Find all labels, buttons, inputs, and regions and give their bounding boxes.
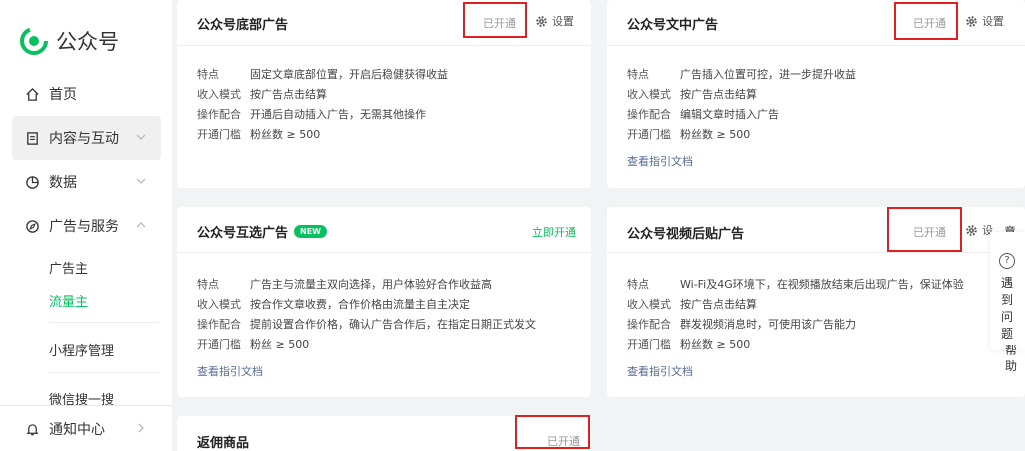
doc-link[interactable]: 查看指引文档 <box>627 153 693 169</box>
card-video-ad: 公众号视频后贴广告 已开通 设 特点 Wi-Fi及4G环境下，在视频播放结束后出现… <box>607 207 1025 397</box>
help-icon[interactable]: ? <box>999 253 1015 269</box>
compass-icon <box>24 218 40 234</box>
card-header: 公众号底部广告 已开通 设置 <box>177 0 591 46</box>
help-panel-char: 问 <box>1000 310 1013 324</box>
nav-sub-publisher[interactable]: 流量主 <box>49 291 88 310</box>
card-details: 特点 Wi-Fi及4G环境下，在视频播放结束后出现广告，保证体验 收入模式 按广告点… <box>627 278 964 351</box>
help-panel-char: 题 <box>1000 327 1013 341</box>
doc-link[interactable]: 查看指引文档 <box>627 363 693 379</box>
sidebar: 公众号 首页 内容与互动 数据 广告与服务 广告主 流量主 小程序管理 微信搜一… <box>0 0 172 451</box>
gear-icon <box>966 15 977 27</box>
gear-icon <box>966 224 977 236</box>
nav-data-label: 数据 <box>49 175 77 191</box>
nav-notify-label: 通知中心 <box>49 422 105 438</box>
card-details: 特点 广告插入位置可控，进一步提升收益 收入模式 按广告点击结算 操作配合 编辑文章时… <box>627 68 856 141</box>
card-header: 公众号互选广告 NEW 立即开通 <box>177 207 591 253</box>
settings-button[interactable]: 设置 <box>965 13 1004 29</box>
nav-content[interactable]: 内容与互动 <box>12 116 161 160</box>
card-details: 特点 广告主与流量主双向选择，用户体验好合作收益高 收入模式 按合作文章收费，合作价… <box>197 278 536 351</box>
card-header: 公众号视频后贴广告 已开通 设 <box>607 207 1025 253</box>
chevron-down-icon <box>135 131 147 143</box>
nav-sub-miniprogram[interactable]: 小程序管理 <box>49 340 114 359</box>
gear-icon <box>536 15 547 27</box>
bell-icon <box>24 421 40 437</box>
help-panel-char: 到 <box>1000 293 1013 307</box>
chevron-down-icon <box>135 175 147 187</box>
card-header: 公众号文中广告 已开通 设置 <box>607 0 1025 46</box>
highlight-box <box>887 207 962 252</box>
chevron-right-icon <box>135 422 147 434</box>
settings-button[interactable]: 设 <box>965 222 993 238</box>
app-logo[interactable]: 公众号 <box>20 26 119 56</box>
card-mutual-ad: 公众号互选广告 NEW 立即开通 特点 广告主与流量主双向选择，用户体验好合作收益… <box>177 207 591 397</box>
help-panel-char: 帮 <box>1004 345 1017 355</box>
settings-button[interactable]: 设置 <box>535 13 574 29</box>
chevron-up-icon <box>135 219 147 231</box>
doc-link[interactable]: 查看指引文档 <box>197 363 263 379</box>
sidebar-divider <box>0 405 172 406</box>
card-title: 公众号互选广告 NEW <box>197 222 327 241</box>
highlight-box <box>463 2 527 38</box>
nav-home[interactable]: 首页 <box>12 72 161 116</box>
activate-link[interactable]: 立即开通 <box>532 224 576 240</box>
home-icon <box>24 86 40 102</box>
document-icon <box>24 130 40 146</box>
new-badge: NEW <box>294 225 327 238</box>
nav-notify[interactable]: 通知中心 <box>12 407 161 451</box>
highlight-box <box>515 415 590 449</box>
nav-ads[interactable]: 广告与服务 <box>12 204 161 248</box>
card-title: 公众号视频后贴广告 <box>627 227 745 242</box>
pie-chart-icon <box>24 174 40 190</box>
card-middle-ad: 公众号文中广告 已开通 设置 特点 广告插入位置可控，进一步提升收益 收入模式 按广… <box>607 0 1025 188</box>
nav-content-label: 内容与互动 <box>49 131 119 147</box>
nav-sub-advertiser[interactable]: 广告主 <box>49 258 88 277</box>
highlight-box <box>894 2 958 40</box>
help-panel-char: 助 <box>1004 359 1017 373</box>
sub-divider <box>49 322 159 323</box>
nav-ads-label: 广告与服务 <box>49 219 119 235</box>
sub-divider <box>49 372 159 373</box>
card-bottom-ad: 公众号底部广告 已开通 设置 特点 固定文章底部位置，开启后稳健获得收益 收入模式… <box>177 0 591 188</box>
card-title: 公众号底部广告 <box>197 18 289 33</box>
card-title: 返佣商品 <box>197 436 250 451</box>
nav-data[interactable]: 数据 <box>12 160 161 204</box>
app-title: 公众号 <box>56 30 119 54</box>
card-title: 公众号文中广告 <box>627 18 719 33</box>
card-details: 特点 固定文章底部位置，开启后稳健获得收益 收入模式 按广告点击结算 操作配合 开通后… <box>197 68 448 141</box>
nav-home-label: 首页 <box>49 87 77 103</box>
help-panel-char: 遇 <box>1000 276 1013 290</box>
wechat-official-logo-icon <box>20 27 48 55</box>
